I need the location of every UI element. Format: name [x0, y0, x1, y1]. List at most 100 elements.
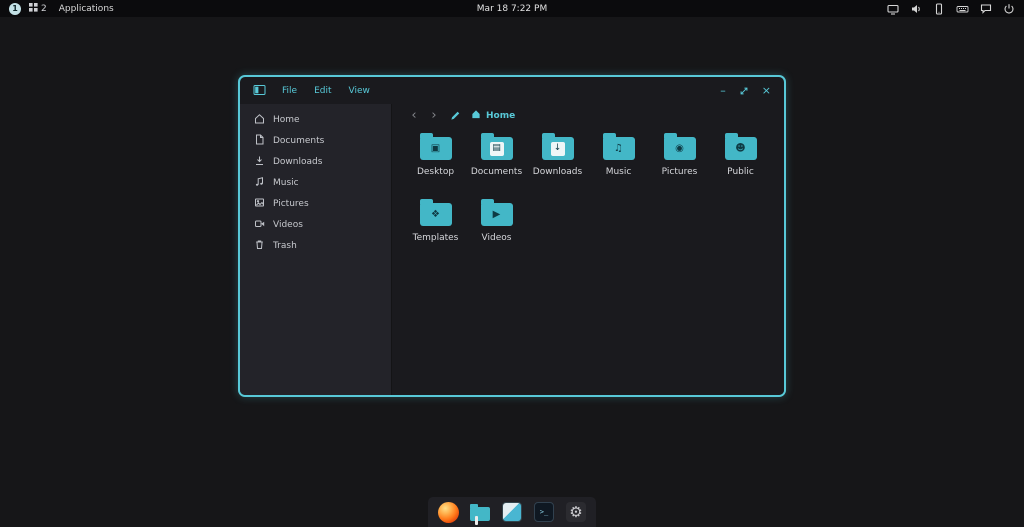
music-icon	[254, 176, 265, 190]
videos-icon	[254, 218, 265, 232]
sidebar-item-downloads[interactable]: Downloads	[240, 151, 391, 172]
sidebar-item-label: Home	[273, 114, 300, 125]
close-button[interactable]: ×	[762, 85, 771, 96]
home-icon	[254, 113, 265, 127]
folder-downloads[interactable]: ↓ Downloads	[527, 129, 588, 195]
dock-item-editor[interactable]	[500, 500, 524, 524]
edit-path-icon[interactable]	[450, 110, 461, 121]
system-tray	[887, 2, 1015, 15]
menu-edit[interactable]: Edit	[314, 86, 331, 96]
folder-icon: ▣	[419, 133, 452, 160]
status-indicator[interactable]: 2	[29, 2, 47, 15]
dock-item-file-manager[interactable]	[468, 500, 492, 524]
document-icon	[254, 134, 265, 148]
status-indicator-count: 2	[41, 3, 47, 14]
keyboard-icon[interactable]	[956, 3, 969, 15]
sidebar-item-label: Trash	[273, 240, 297, 251]
folder-label: Templates	[412, 233, 459, 243]
dock: >_ ⚙	[428, 497, 596, 527]
sidebar-item-pictures[interactable]: Pictures	[240, 193, 391, 214]
folder-icon: ▤	[480, 133, 513, 160]
top-panel: 1 2 Applications Mar 18 7:22 PM	[0, 0, 1024, 17]
workspace-indicator[interactable]: 1	[9, 2, 21, 15]
breadcrumb-label: Home	[486, 110, 516, 121]
folder-label: Public	[727, 167, 754, 177]
folder-label: Pictures	[661, 167, 698, 177]
sidebar-item-label: Music	[273, 177, 299, 188]
folder-templates[interactable]: ❖ Templates	[405, 195, 466, 261]
window-controls: – ×	[720, 85, 771, 96]
folder-icon: ◉	[663, 133, 696, 160]
desktop: 1 2 Applications Mar 18 7:22 PM File Edi…	[0, 0, 1024, 527]
person-emblem-icon: ☻	[735, 142, 746, 154]
folder-desktop[interactable]: ▣ Desktop	[405, 129, 466, 195]
breadcrumb[interactable]: Home	[471, 109, 515, 122]
music-emblem-icon: ♫	[614, 142, 623, 154]
panel-left: 1 2 Applications	[9, 2, 114, 15]
folder-music[interactable]: ♫ Music	[588, 129, 649, 195]
templates-emblem-icon: ❖	[431, 208, 440, 220]
folder-pictures[interactable]: ◉ Pictures	[649, 129, 710, 195]
folder-icon: ❖	[419, 199, 452, 226]
trash-icon	[254, 239, 265, 253]
sidebar-item-label: Videos	[273, 219, 303, 230]
power-icon[interactable]	[1003, 3, 1015, 15]
projector-icon[interactable]	[887, 3, 899, 15]
dock-item-settings[interactable]: ⚙	[564, 500, 588, 524]
folder-icon: ↓	[541, 133, 574, 160]
minimize-button[interactable]: –	[720, 85, 726, 96]
video-emblem-icon: ▶	[492, 208, 501, 220]
sidebar-item-music[interactable]: Music	[240, 172, 391, 193]
volume-icon[interactable]	[910, 3, 922, 15]
folder-icon: ▶	[480, 199, 513, 226]
sidebar-item-documents[interactable]: Documents	[240, 130, 391, 151]
menubar: File Edit View	[282, 86, 370, 96]
sidebar-item-trash[interactable]: Trash	[240, 235, 391, 256]
menu-file[interactable]: File	[282, 86, 297, 96]
location-toolbar: ‹ › Home	[392, 104, 784, 127]
dock-item-terminal[interactable]: >_	[532, 500, 556, 524]
sidebar-item-home[interactable]: Home	[240, 109, 391, 130]
sidebar-item-label: Pictures	[273, 198, 309, 209]
mouse-cursor	[475, 516, 478, 525]
sidebar-item-videos[interactable]: Videos	[240, 214, 391, 235]
layout-icon	[29, 2, 38, 15]
folder-icon: ☻	[724, 133, 757, 160]
download-emblem-icon: ↓	[550, 141, 565, 156]
menu-view[interactable]: View	[349, 86, 370, 96]
firefox-icon	[437, 501, 459, 523]
file-view: ‹ › Home ▣ Desktop ▤ Documents ↓ Downloa…	[392, 104, 784, 395]
folder-label: Music	[605, 167, 632, 177]
clock[interactable]: Mar 18 7:22 PM	[477, 0, 547, 17]
terminal-icon: >_	[534, 502, 554, 522]
sidebar-item-label: Downloads	[273, 156, 323, 167]
titlebar[interactable]: File Edit View – ×	[240, 77, 784, 104]
home-icon	[471, 109, 481, 122]
chat-icon[interactable]	[980, 3, 992, 15]
file-manager-window: File Edit View – × Home Documents Downlo…	[238, 75, 786, 397]
desktop-emblem-icon: ▣	[430, 142, 441, 154]
tablet-icon[interactable]	[933, 2, 945, 15]
app-menu-icon[interactable]	[253, 81, 266, 100]
maximize-button[interactable]	[739, 86, 749, 96]
folder-public[interactable]: ☻ Public	[710, 129, 771, 195]
folder-label: Desktop	[416, 167, 455, 177]
window-body: Home Documents Downloads Music Pictures	[240, 104, 784, 395]
folder-videos[interactable]: ▶ Videos	[466, 195, 527, 261]
file-manager-icon	[470, 503, 490, 521]
folder-label: Documents	[470, 167, 523, 177]
download-icon	[254, 155, 265, 169]
pictures-icon	[254, 197, 265, 211]
folder-documents[interactable]: ▤ Documents	[466, 129, 527, 195]
places-sidebar: Home Documents Downloads Music Pictures	[240, 104, 392, 395]
dock-item-firefox[interactable]	[436, 500, 460, 524]
gear-icon: ⚙	[566, 502, 586, 522]
camera-emblem-icon: ◉	[675, 142, 684, 154]
back-button[interactable]: ‹	[404, 109, 424, 122]
folder-label: Downloads	[532, 167, 583, 177]
applications-menu[interactable]: Applications	[59, 4, 114, 14]
forward-button[interactable]: ›	[424, 109, 444, 122]
folder-icon: ♫	[602, 133, 635, 160]
editor-icon	[502, 502, 522, 522]
folder-grid: ▣ Desktop ▤ Documents ↓ Downloads ♫ Musi…	[392, 127, 772, 261]
